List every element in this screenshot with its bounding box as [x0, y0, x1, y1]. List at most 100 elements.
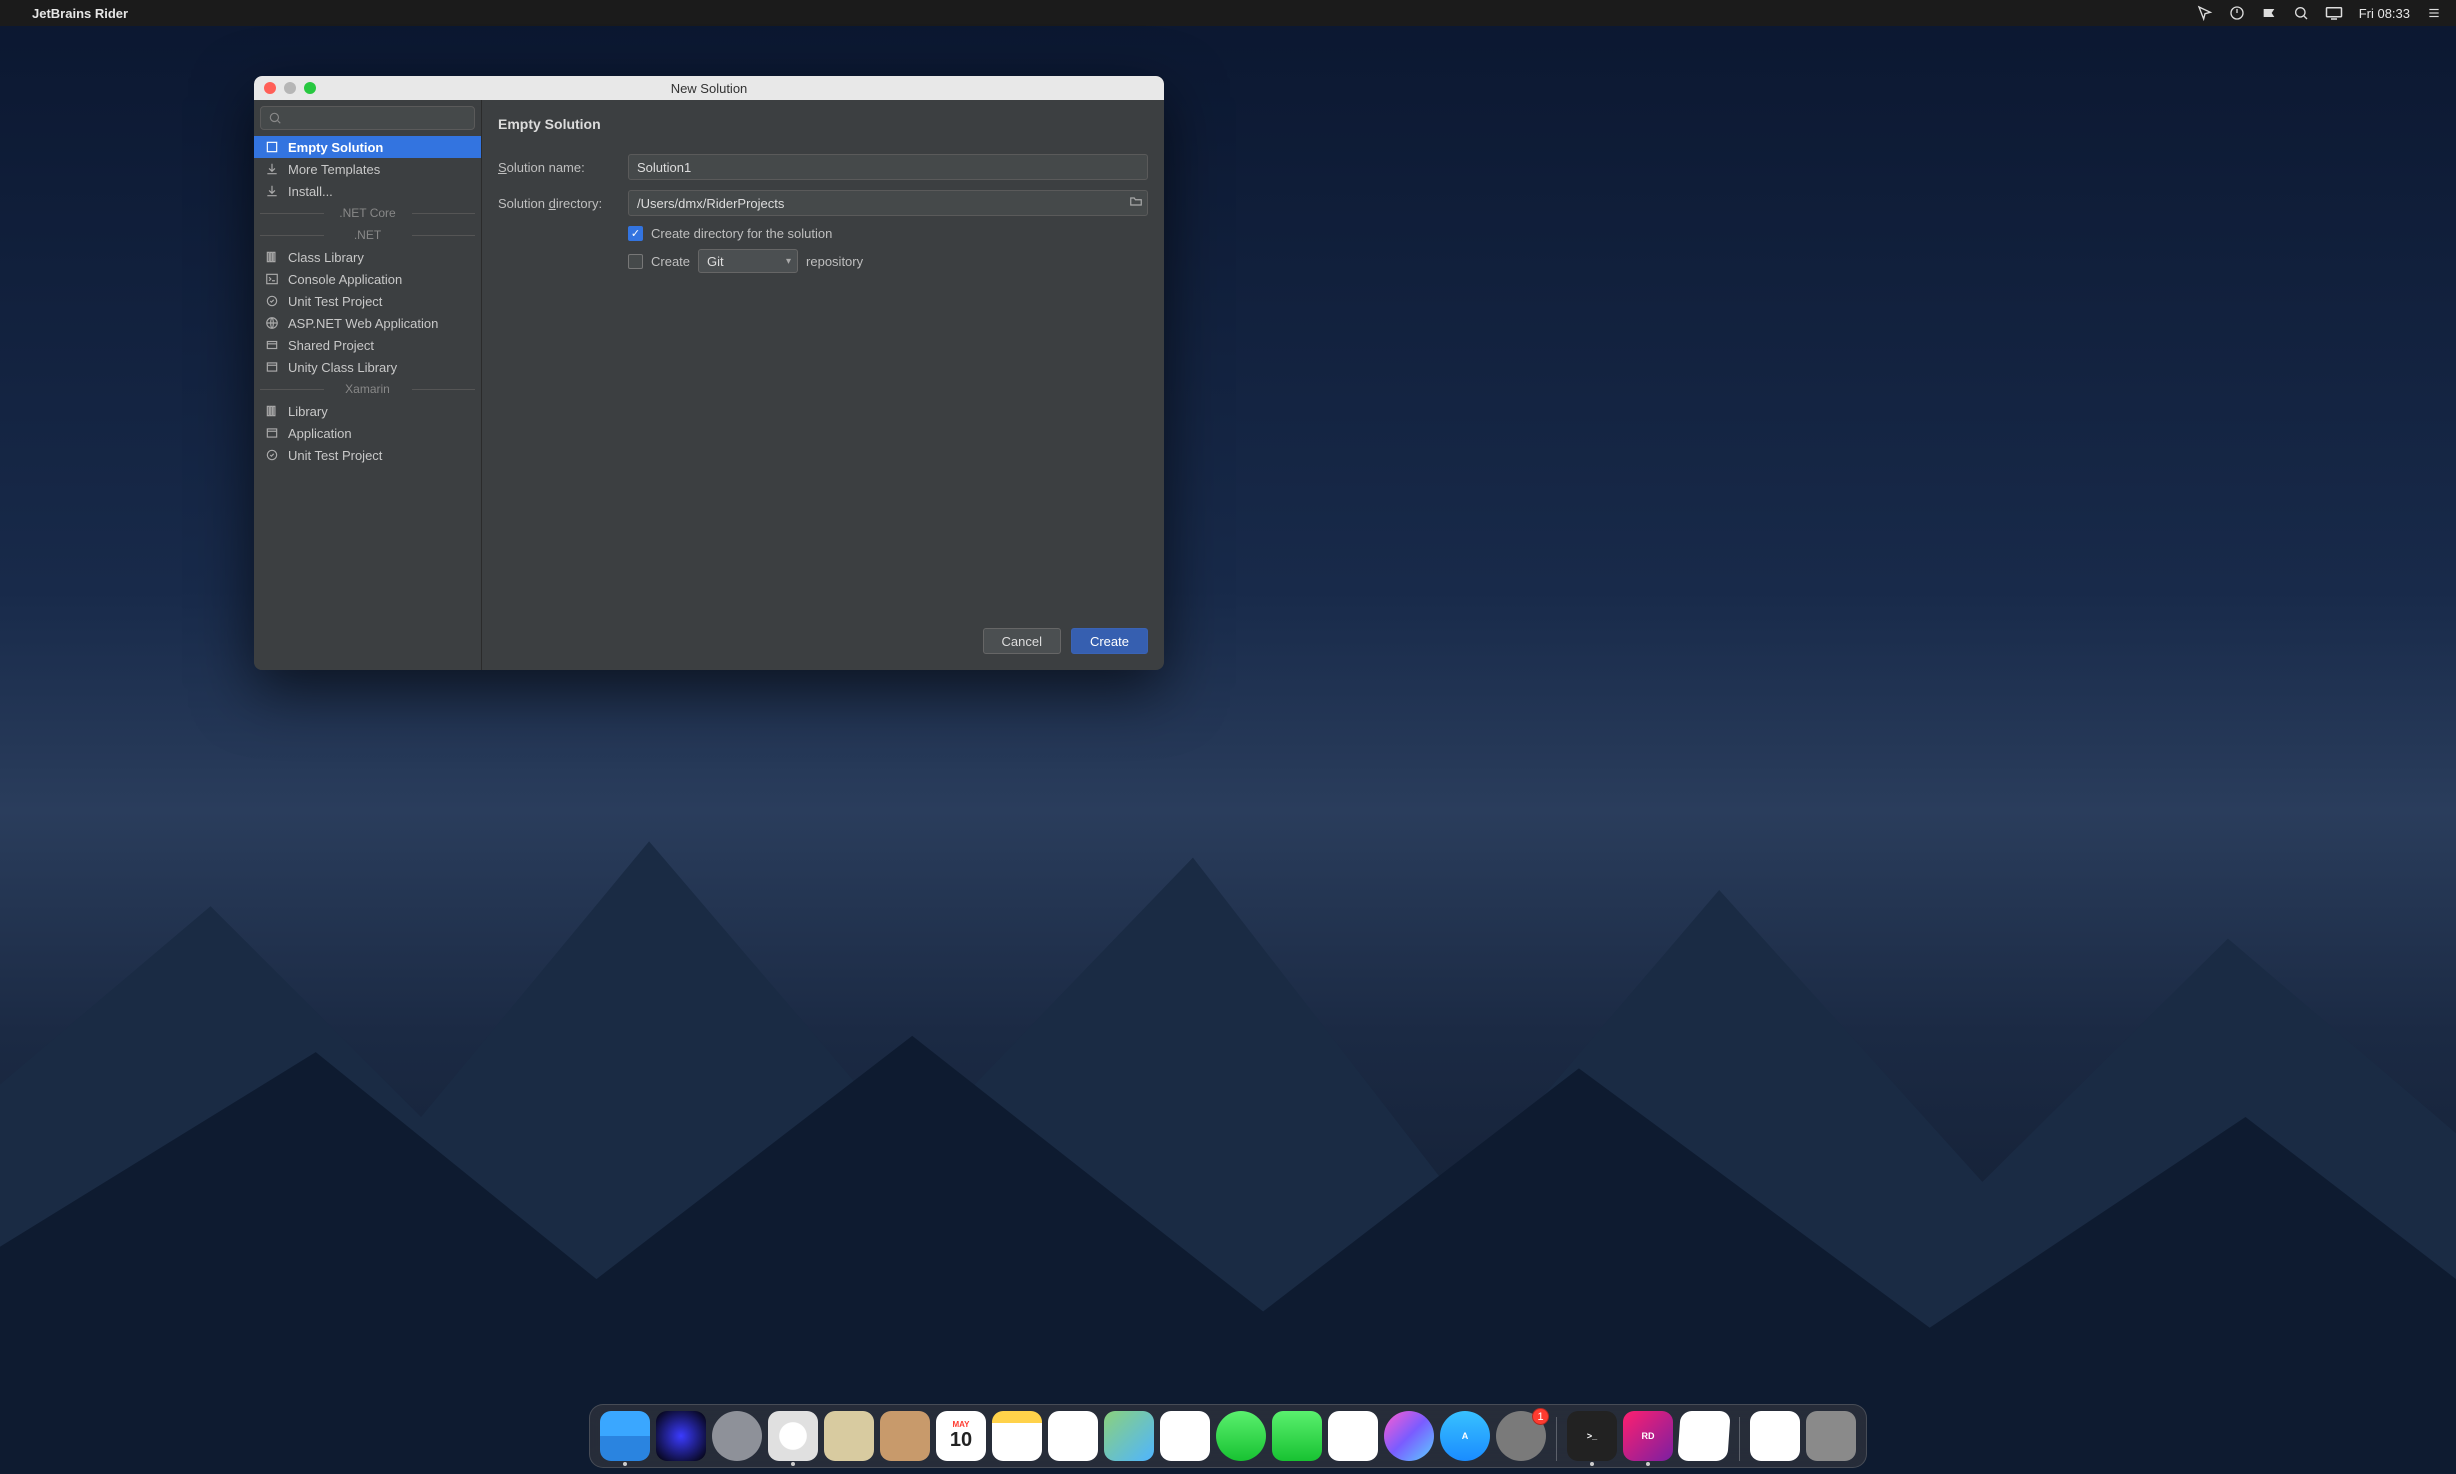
dock-app-notes[interactable]	[992, 1411, 1042, 1461]
dock-app-trash[interactable]	[1806, 1411, 1856, 1461]
template-item-class-library[interactable]: Class Library	[254, 246, 481, 268]
dock-app-siri[interactable]	[656, 1411, 706, 1461]
template-item-label: Unit Test Project	[288, 294, 382, 309]
app-name[interactable]: JetBrains Rider	[32, 6, 128, 21]
template-item-more-templates[interactable]: More Templates	[254, 158, 481, 180]
menubar-clock[interactable]: Fri 08:33	[2359, 6, 2410, 21]
dock-app-maps[interactable]	[1104, 1411, 1154, 1461]
notification-icon[interactable]	[2261, 5, 2277, 21]
template-list: Empty Solution More Templates Install... .N…	[254, 136, 481, 670]
dock-running-indicator	[1646, 1462, 1650, 1466]
create-repo-checkbox[interactable]	[628, 254, 643, 269]
dock-app-calendar[interactable]: MAY10	[936, 1411, 986, 1461]
template-category: Xamarin	[254, 378, 481, 400]
dock-app-document[interactable]	[1750, 1411, 1800, 1461]
dock-app-textedit[interactable]	[1677, 1411, 1730, 1461]
console-icon	[264, 271, 280, 287]
template-item-label: Unit Test Project	[288, 448, 382, 463]
test-icon	[264, 447, 280, 463]
download-icon	[264, 161, 280, 177]
template-item-unit-test[interactable]: Unit Test Project	[254, 290, 481, 312]
menu-list-icon[interactable]	[2426, 6, 2442, 20]
template-item-x-unit-test[interactable]: Unit Test Project	[254, 444, 481, 466]
download-icon	[264, 183, 280, 199]
dialog-titlebar[interactable]: New Solution	[254, 76, 1164, 100]
test-icon	[264, 293, 280, 309]
solution-directory-input[interactable]	[628, 190, 1148, 216]
dock-app-label: MAY10	[936, 1411, 986, 1461]
create-directory-label: Create directory for the solution	[651, 226, 832, 241]
template-sidebar: Empty Solution More Templates Install... .N…	[254, 100, 482, 670]
template-item-x-app[interactable]: Application	[254, 422, 481, 444]
box-icon	[264, 139, 280, 155]
template-item-label: Class Library	[288, 250, 364, 265]
template-item-label: Application	[288, 426, 352, 441]
browse-folder-icon[interactable]	[1128, 195, 1144, 212]
desktop-wallpaper	[0, 663, 2456, 1474]
dock-running-indicator	[623, 1462, 627, 1466]
dock-app-preview[interactable]	[824, 1411, 874, 1461]
template-item-shared[interactable]: Shared Project	[254, 334, 481, 356]
window-icon	[264, 425, 280, 441]
solution-name-label: Solution name:	[498, 160, 628, 175]
dock-app-safari[interactable]	[768, 1411, 818, 1461]
template-item-empty-solution[interactable]: Empty Solution	[254, 136, 481, 158]
dock-running-indicator	[1590, 1462, 1594, 1466]
dock-app-itunes[interactable]	[1384, 1411, 1434, 1461]
dock-app-label: N	[1328, 1411, 1378, 1461]
template-item-x-library[interactable]: Library	[254, 400, 481, 422]
screen-mirror-icon[interactable]	[2325, 6, 2343, 20]
dock-separator	[1556, 1417, 1557, 1461]
dialog-title: New Solution	[254, 81, 1164, 96]
dock-app-facetime[interactable]	[1272, 1411, 1322, 1461]
dock-app-appstore[interactable]: A	[1440, 1411, 1490, 1461]
new-solution-dialog: New Solution Empty Solution More Template…	[254, 76, 1164, 670]
dock-app-label: RD	[1623, 1411, 1673, 1461]
globe-icon	[264, 315, 280, 331]
dock-app-news[interactable]: N	[1328, 1411, 1378, 1461]
spotlight-search-icon[interactable]	[2293, 5, 2309, 21]
template-item-label: Library	[288, 404, 328, 419]
library-icon	[264, 403, 280, 419]
create-directory-checkbox[interactable]	[628, 226, 643, 241]
cancel-button[interactable]: Cancel	[983, 628, 1061, 654]
dock-app-terminal[interactable]: >_	[1567, 1411, 1617, 1461]
dock-running-indicator	[791, 1462, 795, 1466]
dock-app-rider[interactable]: RD	[1623, 1411, 1673, 1461]
create-repo-label: Create	[651, 254, 690, 269]
macos-dock: MAY10 N A 1 >_RD	[589, 1404, 1867, 1468]
form-heading: Empty Solution	[498, 116, 1148, 132]
template-form: Empty Solution Solution name: Solution d…	[482, 100, 1164, 670]
repository-label: repository	[806, 254, 863, 269]
cursor-icon[interactable]	[2197, 5, 2213, 21]
template-item-install[interactable]: Install...	[254, 180, 481, 202]
window-icon	[264, 359, 280, 375]
create-button[interactable]: Create	[1071, 628, 1148, 654]
template-item-console-app[interactable]: Console Application	[254, 268, 481, 290]
dock-app-photos[interactable]	[1160, 1411, 1210, 1461]
template-item-aspnet[interactable]: ASP.NET Web Application	[254, 312, 481, 334]
dock-app-contacts[interactable]	[880, 1411, 930, 1461]
dock-app-label: A	[1440, 1411, 1490, 1461]
solution-name-input[interactable]	[628, 154, 1148, 180]
template-item-label: ASP.NET Web Application	[288, 316, 438, 331]
template-search-input[interactable]	[260, 106, 475, 130]
template-item-label: Shared Project	[288, 338, 374, 353]
dock-app-launchpad[interactable]	[712, 1411, 762, 1461]
dock-badge: 1	[1532, 1408, 1549, 1425]
template-item-label: Install...	[288, 184, 333, 199]
shared-icon	[264, 337, 280, 353]
vcs-select[interactable]: Git	[698, 249, 798, 273]
dock-app-reminders[interactable]	[1048, 1411, 1098, 1461]
template-item-label: Empty Solution	[288, 140, 383, 155]
dock-app-settings[interactable]: 1	[1496, 1411, 1546, 1461]
dock-app-messages[interactable]	[1216, 1411, 1266, 1461]
dock-app-finder[interactable]	[600, 1411, 650, 1461]
library-icon	[264, 249, 280, 265]
dock-app-label: >_	[1567, 1411, 1617, 1461]
template-item-label: Console Application	[288, 272, 402, 287]
macos-menubar: JetBrains Rider Fri 08:33	[0, 0, 2456, 26]
template-category: .NET	[254, 224, 481, 246]
template-item-unity[interactable]: Unity Class Library	[254, 356, 481, 378]
power-icon[interactable]	[2229, 5, 2245, 21]
